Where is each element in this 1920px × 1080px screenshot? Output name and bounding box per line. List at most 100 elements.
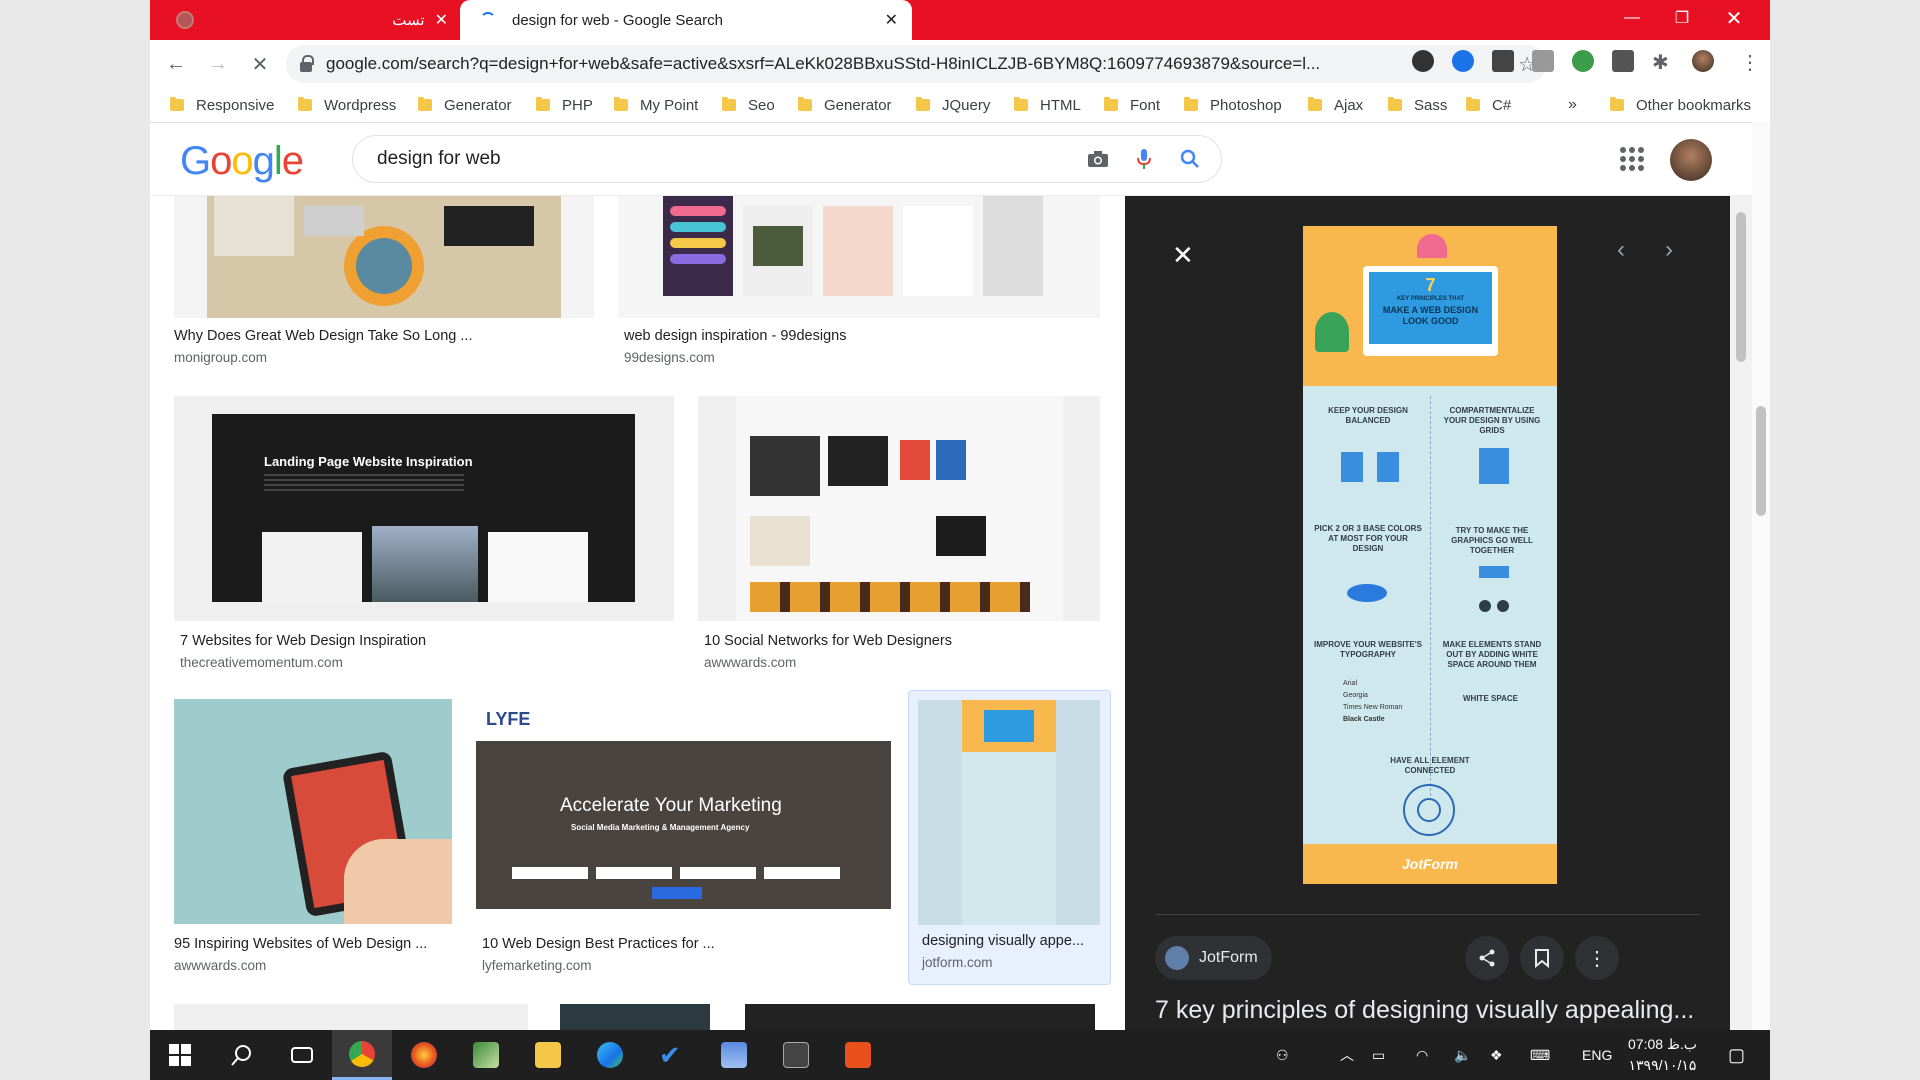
result-thumbnail[interactable] — [174, 196, 594, 318]
search-box[interactable]: design for web — [352, 135, 1222, 183]
chevron-right-icon[interactable]: › — [1665, 236, 1673, 264]
tab-inactive[interactable]: تست ✕ — [150, 0, 460, 40]
results-scrollbar[interactable] — [1730, 196, 1752, 1030]
camera-extension-icon[interactable] — [1532, 50, 1554, 72]
clock[interactable]: 07:08 ب.ظ ۱۳۹۹/۱۰/۱۵ — [1628, 1034, 1697, 1076]
bookmark-folder[interactable]: JQuery — [916, 88, 990, 122]
taskbar-todo[interactable]: ✔ — [642, 1030, 702, 1080]
result-source[interactable]: 99designs.com — [624, 350, 715, 365]
image-result-selected[interactable]: designing visually appe... jotform.com — [908, 690, 1111, 985]
bookmark-folder[interactable]: HTML — [1014, 88, 1081, 122]
bookmark-folder[interactable]: Font — [1104, 88, 1160, 122]
result-source[interactable]: awwwards.com — [174, 958, 266, 973]
microphone-icon[interactable] — [1129, 144, 1159, 174]
taskbar-terminal[interactable] — [766, 1030, 826, 1080]
extension-icon[interactable] — [1412, 50, 1434, 72]
close-tab-icon[interactable]: ✕ — [435, 10, 448, 30]
search-icon[interactable] — [1175, 144, 1205, 174]
avatar[interactable] — [1670, 139, 1712, 181]
chevron-left-icon[interactable]: ‹ — [1617, 236, 1625, 264]
forward-button[interactable]: → — [200, 46, 236, 82]
result-title[interactable]: 7 Websites for Web Design Inspiration — [180, 633, 426, 649]
result-source[interactable]: monigroup.com — [174, 350, 267, 365]
battery-icon[interactable]: ▭ — [1372, 1030, 1385, 1080]
taskbar-edge[interactable] — [580, 1030, 640, 1080]
puzzle-icon[interactable]: ✱ — [1652, 50, 1674, 74]
result-thumbnail[interactable]: Landing Page Website Inspiration — [174, 396, 674, 621]
source-chip[interactable]: JotForm — [1155, 936, 1272, 980]
taskbar-firefox[interactable] — [394, 1030, 454, 1080]
share-button[interactable] — [1465, 936, 1509, 980]
result-source[interactable]: lyfemarketing.com — [482, 958, 592, 973]
image-result[interactable]: 10 Social Networks for Web Designers aww… — [698, 396, 1100, 670]
bookmarks-overflow-button[interactable]: » — [1568, 88, 1577, 122]
bookmark-folder[interactable]: Ajax — [1308, 88, 1363, 122]
new-tab-button[interactable]: + — [774, 6, 802, 34]
apps-grid-icon[interactable] — [1620, 147, 1644, 171]
save-button[interactable] — [1520, 936, 1564, 980]
taskbar-notepad[interactable] — [456, 1030, 516, 1080]
result-thumbnail[interactable] — [174, 1004, 528, 1030]
taskbar-chrome[interactable] — [332, 1030, 392, 1080]
stop-button[interactable]: ✕ — [242, 46, 278, 82]
people-icon[interactable]: ⚇ — [1276, 1030, 1289, 1080]
bookmark-folder[interactable]: My Point — [614, 88, 698, 122]
search-button[interactable] — [212, 1030, 272, 1080]
image-result[interactable]: web design inspiration - 99designs 99des… — [618, 196, 1100, 366]
result-title[interactable]: 10 Web Design Best Practices for ... — [482, 936, 715, 952]
bookmark-folder[interactable]: Generator — [798, 88, 892, 122]
image-result[interactable]: Landing Page Website Inspiration 7 Websi… — [174, 396, 674, 670]
profile-avatar[interactable] — [1692, 50, 1714, 72]
search-input[interactable]: design for web — [377, 148, 1083, 170]
result-thumbnail[interactable] — [174, 699, 452, 924]
bookmark-folder[interactable]: Generator — [418, 88, 512, 122]
image-result[interactable]: LYFE Accelerate Your Marketing Social Me… — [476, 699, 891, 973]
task-view-button[interactable] — [272, 1030, 332, 1080]
taskbar-app[interactable] — [828, 1030, 888, 1080]
result-thumbnail[interactable] — [698, 396, 1100, 621]
result-title[interactable]: 95 Inspiring Websites of Web Design ... — [174, 936, 427, 952]
image-result[interactable]: 95 Inspiring Websites of Web Design ... … — [174, 699, 452, 973]
volume-icon[interactable]: 🔈 — [1454, 1030, 1471, 1080]
result-thumbnail[interactable] — [745, 1004, 1095, 1030]
result-title[interactable]: 10 Social Networks for Web Designers — [704, 633, 952, 649]
extension-icon[interactable] — [1452, 50, 1474, 72]
more-options-button[interactable]: ⋮ — [1575, 936, 1619, 980]
result-source[interactable]: jotform.com — [922, 955, 993, 970]
close-icon[interactable]: ✕ — [1172, 240, 1194, 271]
google-logo[interactable]: Google — [180, 139, 304, 184]
keyboard-icon[interactable]: ⌨ — [1530, 1030, 1550, 1080]
bookmark-folder[interactable]: C# — [1466, 88, 1511, 122]
image-result[interactable]: Why Does Great Web Design Take So Long .… — [174, 196, 594, 366]
result-title[interactable]: web design inspiration - 99designs — [624, 328, 846, 344]
minimize-button[interactable]: — — [1604, 0, 1660, 36]
taskbar-file-explorer[interactable] — [518, 1030, 578, 1080]
page-scrollbar[interactable] — [1752, 122, 1770, 1030]
tab-active[interactable]: design for web - Google Search ✕ — [460, 0, 912, 40]
wifi-icon[interactable]: ◠ — [1416, 1030, 1428, 1080]
bookmark-folder[interactable]: Responsive — [170, 88, 274, 122]
selenium-extension-icon[interactable] — [1612, 50, 1634, 72]
result-source[interactable]: awwwards.com — [704, 655, 796, 670]
result-title[interactable]: Why Does Great Web Design Take So Long .… — [174, 328, 472, 344]
dropbox-icon[interactable]: ❖ — [1490, 1030, 1503, 1080]
other-bookmarks[interactable]: Other bookmarks — [1610, 88, 1751, 122]
menu-icon[interactable]: ⋮ — [1740, 50, 1760, 74]
start-button[interactable] — [150, 1030, 210, 1080]
language-indicator[interactable]: ENG — [1582, 1030, 1612, 1080]
bookmark-folder[interactable]: Photoshop — [1184, 88, 1282, 122]
result-thumbnail[interactable]: LYFE Accelerate Your Marketing Social Me… — [476, 699, 891, 909]
camera-icon[interactable] — [1083, 144, 1113, 174]
gmail-extension-icon[interactable] — [1492, 50, 1514, 72]
close-window-button[interactable]: ✕ — [1706, 0, 1762, 36]
close-tab-icon[interactable]: ✕ — [885, 10, 898, 30]
bookmark-folder[interactable]: Wordpress — [298, 88, 396, 122]
result-source[interactable]: thecreativemomentum.com — [180, 655, 343, 670]
address-bar[interactable]: google.com/search?q=design+for+web&safe=… — [286, 45, 1546, 83]
preview-image[interactable]: 7 KEY PRINCIPLES THAT MAKE A WEB DESIGN … — [1303, 226, 1557, 884]
taskbar-network-app[interactable] — [704, 1030, 764, 1080]
restore-button[interactable]: ❐ — [1654, 0, 1710, 36]
preview-title[interactable]: 7 key principles of designing visually a… — [1155, 996, 1694, 1025]
result-thumbnail[interactable] — [560, 1004, 710, 1030]
result-thumbnail[interactable] — [918, 700, 1100, 925]
